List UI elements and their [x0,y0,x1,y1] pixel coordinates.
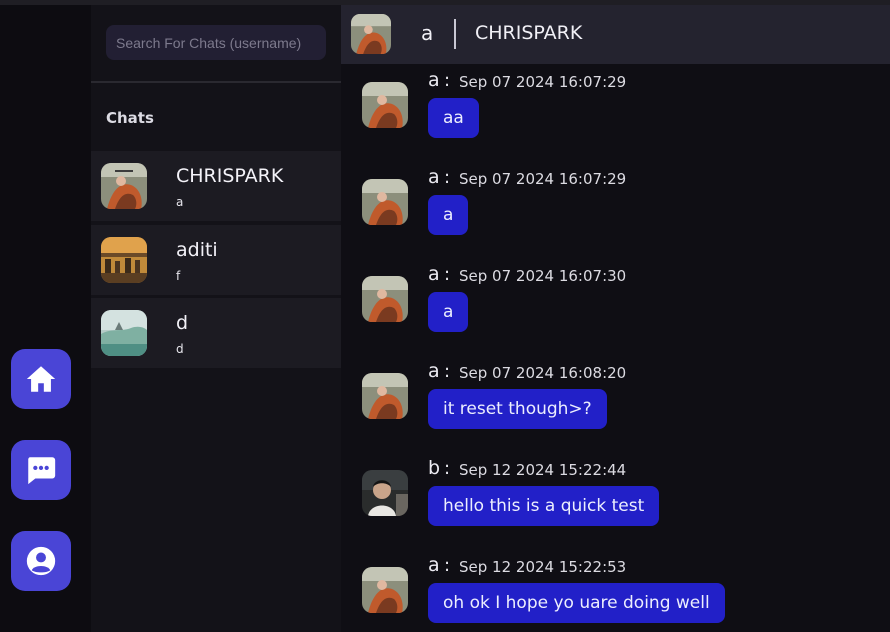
message-avatar [362,567,408,613]
message-colon: : [444,555,451,576]
chat-item-aditi[interactable]: aditi f [91,225,341,295]
message-colon: : [444,361,451,382]
current-user-name: a [421,21,434,45]
avatar [101,237,147,283]
avatar [101,163,147,209]
conversation-panel: a CHRISPARK a : Sep 07 2024 16:07:29 aa … [341,5,890,632]
message-bubble: aa [428,98,479,138]
icon-rail [0,5,91,632]
message-bubble: oh ok I hope yo uare doing well [428,583,725,623]
message-avatar [362,470,408,516]
user-profile-icon [26,546,56,576]
chat-name: aditi [176,239,218,261]
message: b : Sep 12 2024 15:22:44 hello this is a… [341,457,890,547]
message-avatar [362,179,408,225]
chat-bubble-icon [28,457,56,485]
message-colon: : [444,264,451,285]
chat-item-d[interactable]: d d [91,298,341,368]
message-sender: a [428,263,440,285]
message-bubble: a [428,292,469,332]
avatar [101,310,147,356]
message: a : Sep 12 2024 15:22:53 oh ok I hope yo… [341,554,890,632]
message: a : Sep 07 2024 16:07:30 a [341,263,890,353]
header-avatar [351,14,391,54]
message: a : Sep 07 2024 16:08:20 it reset though… [341,360,890,450]
sidebar-divider [91,81,341,83]
message-timestamp: Sep 07 2024 16:07:29 [459,170,627,188]
message-timestamp: Sep 07 2024 16:07:29 [459,73,627,91]
message-colon: : [444,167,451,188]
chat-name: CHRISPARK [176,165,284,187]
chat-last-message: f [176,269,181,283]
chats-button[interactable] [11,440,71,500]
message-timestamp: Sep 12 2024 15:22:44 [459,461,627,479]
chat-app: Chats CHRISPARK a [0,0,890,632]
message-avatar [362,82,408,128]
message-timestamp: Sep 07 2024 16:07:30 [459,267,627,285]
chat-partner-name: CHRISPARK [475,22,583,44]
message-sender: b [428,457,441,479]
message-bubble: a [428,195,469,235]
chat-item-chrispark[interactable]: CHRISPARK a [91,151,341,221]
home-button[interactable] [11,349,71,409]
chats-sidebar: Chats CHRISPARK a [91,5,341,632]
chats-heading: Chats [106,109,154,127]
message-timestamp: Sep 07 2024 16:08:20 [459,364,627,382]
message: a : Sep 07 2024 16:07:29 aa [341,69,890,159]
message-bubble: it reset though>? [428,389,607,429]
message-avatar [362,276,408,322]
home-icon [26,366,56,392]
message-colon: : [444,70,451,91]
header-separator [454,19,456,49]
message-sender: a [428,69,440,91]
message-bubble: hello this is a quick test [428,486,660,526]
message-sender: a [428,166,440,188]
chat-name: d [176,312,189,334]
message-avatar [362,373,408,419]
message-sender: a [428,554,440,576]
search-input[interactable] [106,25,326,60]
message-sender: a [428,360,440,382]
profile-button[interactable] [11,531,71,591]
chat-last-message: a [176,195,184,209]
message: a : Sep 07 2024 16:07:29 a [341,166,890,256]
message-timestamp: Sep 12 2024 15:22:53 [459,558,627,576]
conversation-header: a CHRISPARK [341,5,890,64]
chat-last-message: d [176,342,184,356]
message-colon: : [444,458,451,479]
